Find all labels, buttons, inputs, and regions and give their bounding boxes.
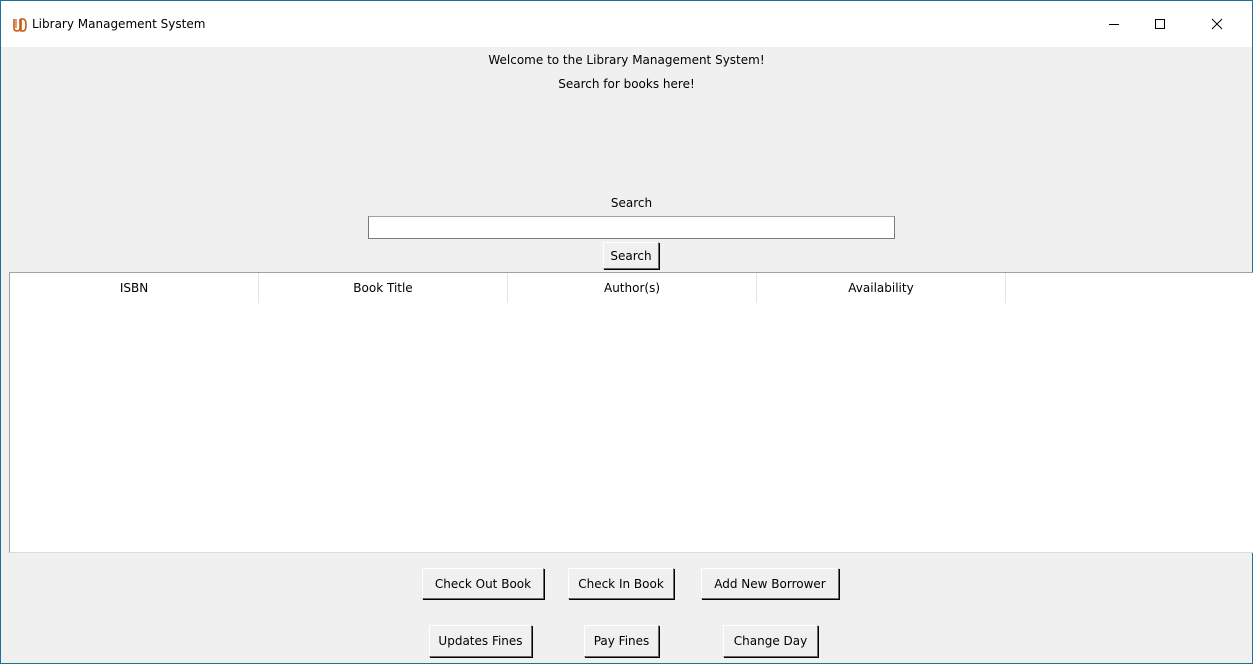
utd-logo-icon	[13, 18, 27, 32]
search-input[interactable]	[368, 216, 895, 239]
search-label: Search	[610, 196, 653, 210]
welcome-message: Welcome to the Library Management System…	[488, 53, 765, 67]
add-new-borrower-button[interactable]: Add New Borrower	[701, 568, 839, 599]
title-bar[interactable]: Library Management System	[1, 1, 1252, 47]
results-table[interactable]: ISBN Book Title Author(s) Availability	[9, 272, 1253, 553]
maximize-icon	[1155, 19, 1165, 29]
change-day-button[interactable]: Change Day	[723, 625, 818, 657]
column-header-book-title[interactable]: Book Title	[259, 273, 508, 303]
window-title: Library Management System	[32, 17, 206, 31]
close-button[interactable]	[1194, 1, 1240, 47]
check-in-book-button[interactable]: Check In Book	[568, 568, 674, 599]
maximize-button[interactable]	[1137, 1, 1183, 47]
update-fines-button[interactable]: Updates Fines	[429, 625, 532, 657]
check-out-book-button[interactable]: Check Out Book	[422, 568, 544, 599]
minimize-icon	[1109, 24, 1119, 25]
column-header-isbn[interactable]: ISBN	[10, 273, 259, 303]
table-header: ISBN Book Title Author(s) Availability	[10, 273, 1253, 303]
column-header-availability[interactable]: Availability	[757, 273, 1006, 303]
search-button[interactable]: Search	[603, 242, 659, 269]
app-window: Library Management System Welcome to the…	[0, 0, 1253, 664]
pay-fines-button[interactable]: Pay Fines	[584, 625, 659, 657]
minimize-button[interactable]	[1091, 1, 1137, 47]
search-prompt: Search for books here!	[558, 77, 695, 91]
close-icon	[1211, 18, 1223, 30]
column-header-authors[interactable]: Author(s)	[508, 273, 757, 303]
